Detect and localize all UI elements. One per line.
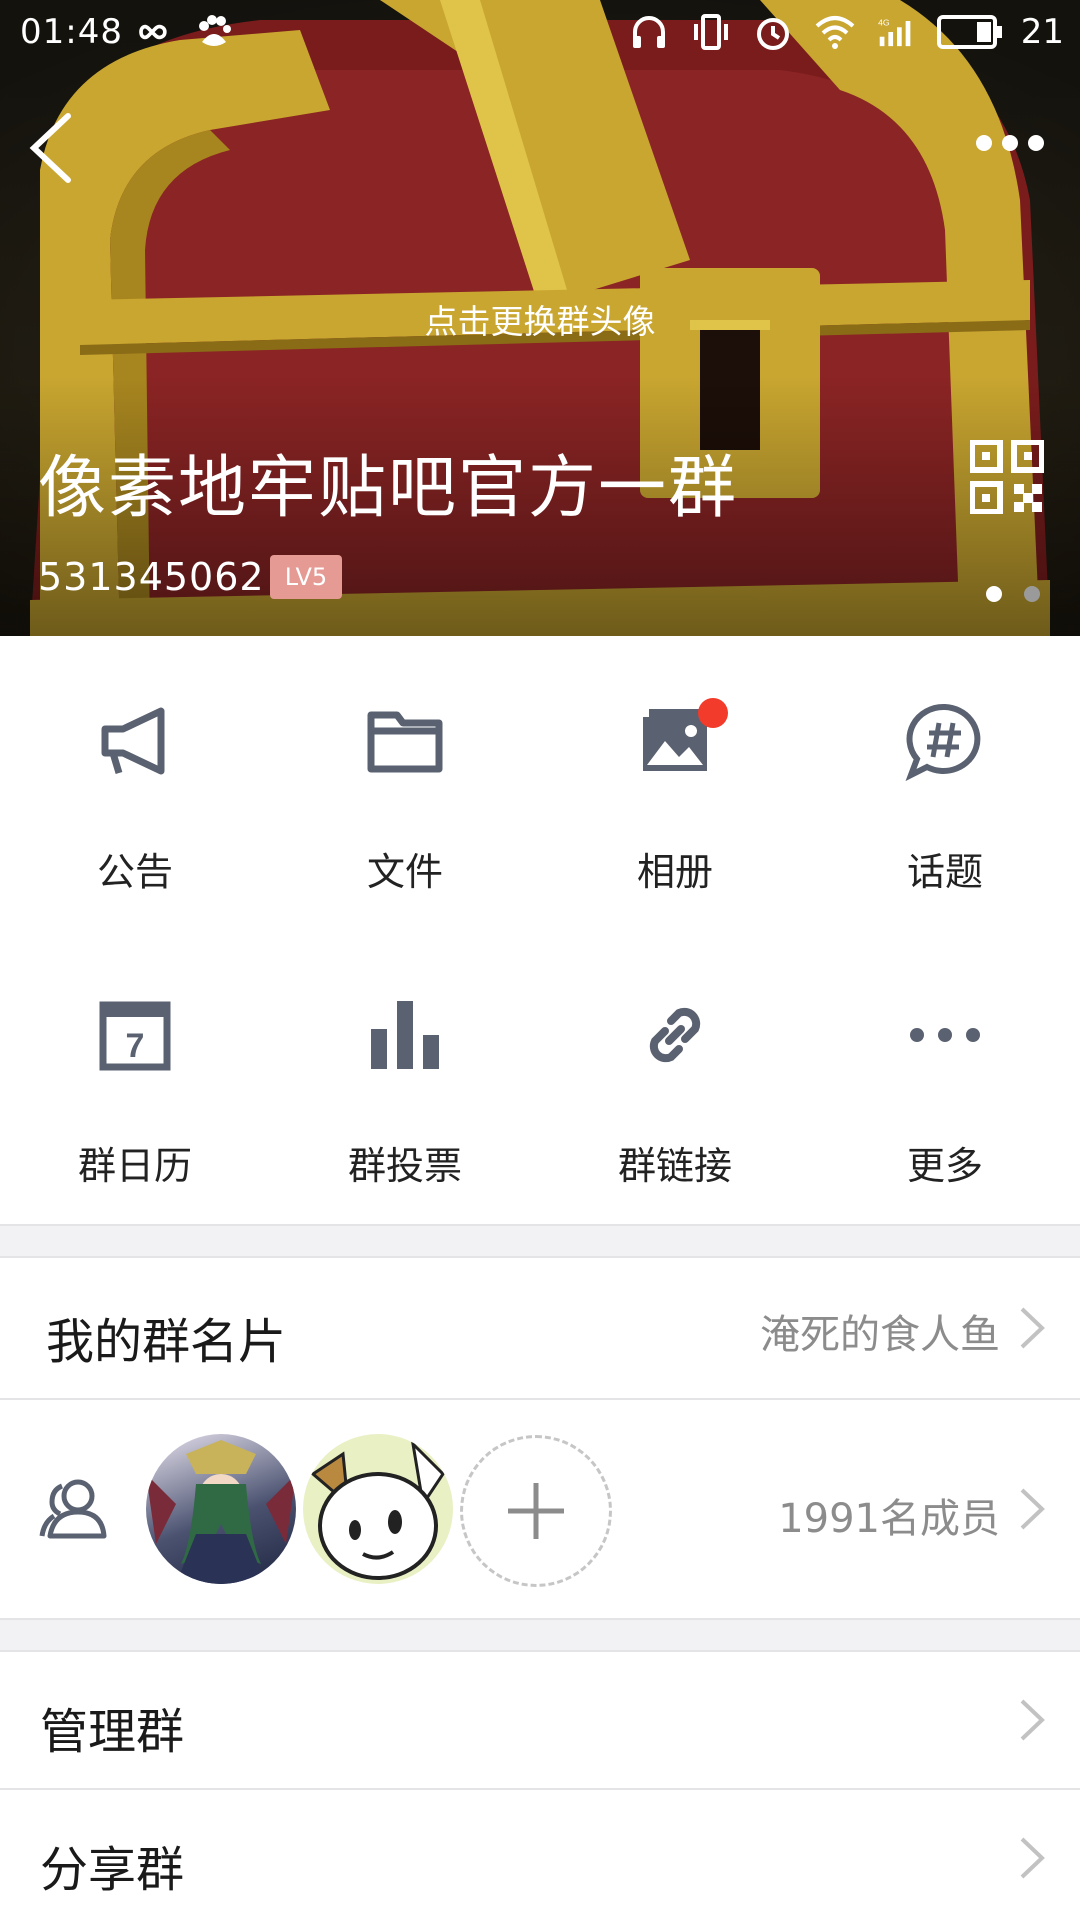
- feature-topics[interactable]: 话题: [810, 636, 1080, 930]
- baidu-paw-icon: [192, 10, 236, 54]
- member-avatar[interactable]: [303, 1434, 453, 1584]
- calendar-icon: 7: [99, 1001, 171, 1071]
- share-group-row[interactable]: 分享群: [0, 1790, 1080, 1920]
- chevron-right-icon: [1020, 1488, 1045, 1530]
- battery-level: 21: [1020, 12, 1064, 52]
- feature-label: 相册: [636, 850, 713, 894]
- group-id: 531345062: [38, 555, 265, 599]
- add-member-button[interactable]: [460, 1435, 612, 1587]
- manage-group-row[interactable]: 管理群: [0, 1652, 1080, 1788]
- feature-vote[interactable]: 群投票: [270, 930, 540, 1224]
- group-card-value: 淹死的食人鱼: [760, 1312, 1000, 1358]
- megaphone-icon: [101, 707, 165, 775]
- status-bar: 01:48 4G 21: [0, 0, 1080, 66]
- group-header-banner[interactable]: 01:48 4G 21 点击更换群头像 像素地牢贴吧官方一群 531345062…: [0, 0, 1080, 636]
- alarm-icon: [751, 10, 795, 54]
- battery-icon: [936, 10, 1003, 54]
- signal-4g-icon: 4G: [875, 10, 919, 54]
- chevron-right-icon: [1020, 1837, 1045, 1879]
- feature-grid: 公告 文件 相册 话题 7 群日历 群投票 群链接 更多: [0, 636, 1080, 1224]
- feature-label: 群日历: [77, 1144, 192, 1188]
- group-card-title: 我的群名片: [46, 1314, 287, 1370]
- infinity-icon: [130, 10, 174, 54]
- svg-text:4G: 4G: [878, 18, 890, 28]
- more-dots-icon: [976, 135, 992, 151]
- feature-files[interactable]: 文件: [270, 636, 540, 930]
- hashtag-chat-icon: [905, 703, 981, 781]
- page-dot-active: [986, 586, 1002, 602]
- feature-calendar[interactable]: 7 群日历: [0, 930, 270, 1224]
- chevron-right-icon: [1020, 1307, 1045, 1349]
- more-options-button[interactable]: [976, 128, 1052, 158]
- feature-label: 群投票: [347, 1144, 462, 1188]
- chevron-left-icon: [29, 113, 71, 183]
- bar-chart-icon: [371, 1001, 439, 1069]
- back-button[interactable]: [22, 108, 82, 188]
- banner-page-indicator: [986, 586, 1040, 602]
- my-group-card-row[interactable]: 我的群名片 淹死的食人鱼: [0, 1258, 1080, 1398]
- plus-icon: [508, 1483, 564, 1539]
- page-dot: [1024, 586, 1040, 602]
- qr-code-button[interactable]: [969, 439, 1045, 515]
- feature-link[interactable]: 群链接: [540, 930, 810, 1224]
- wifi-icon: [813, 10, 857, 54]
- members-icon: [39, 1479, 107, 1539]
- status-time: 01:48: [20, 12, 123, 52]
- member-count: 1991名成员: [778, 1496, 1000, 1542]
- feature-label: 话题: [906, 850, 983, 894]
- share-group-title: 分享群: [40, 1842, 185, 1898]
- member-avatar[interactable]: [146, 1434, 296, 1584]
- feature-more[interactable]: 更多: [810, 930, 1080, 1224]
- group-name: 像素地牢贴吧官方一群: [38, 449, 739, 528]
- feature-label: 群链接: [617, 1144, 732, 1188]
- folder-icon: [367, 711, 443, 773]
- album-notification-dot: [698, 698, 728, 728]
- link-icon: [649, 1007, 701, 1063]
- manage-group-title: 管理群: [40, 1704, 185, 1760]
- chevron-right-icon: [1020, 1699, 1045, 1741]
- change-avatar-hint[interactable]: 点击更换群头像: [0, 295, 1080, 343]
- vibrate-icon: [689, 10, 733, 54]
- feature-label: 更多: [906, 1144, 983, 1188]
- qr-code-icon: [969, 439, 1045, 515]
- feature-label: 公告: [96, 850, 173, 894]
- headphones-icon: [627, 10, 671, 54]
- level-badge: LV5: [270, 555, 342, 599]
- svg-text:7: 7: [126, 1027, 145, 1065]
- feature-announcement[interactable]: 公告: [0, 636, 270, 930]
- feature-label: 文件: [366, 850, 443, 894]
- feature-album[interactable]: 相册: [540, 636, 810, 930]
- more-dots-icon: [910, 1028, 980, 1042]
